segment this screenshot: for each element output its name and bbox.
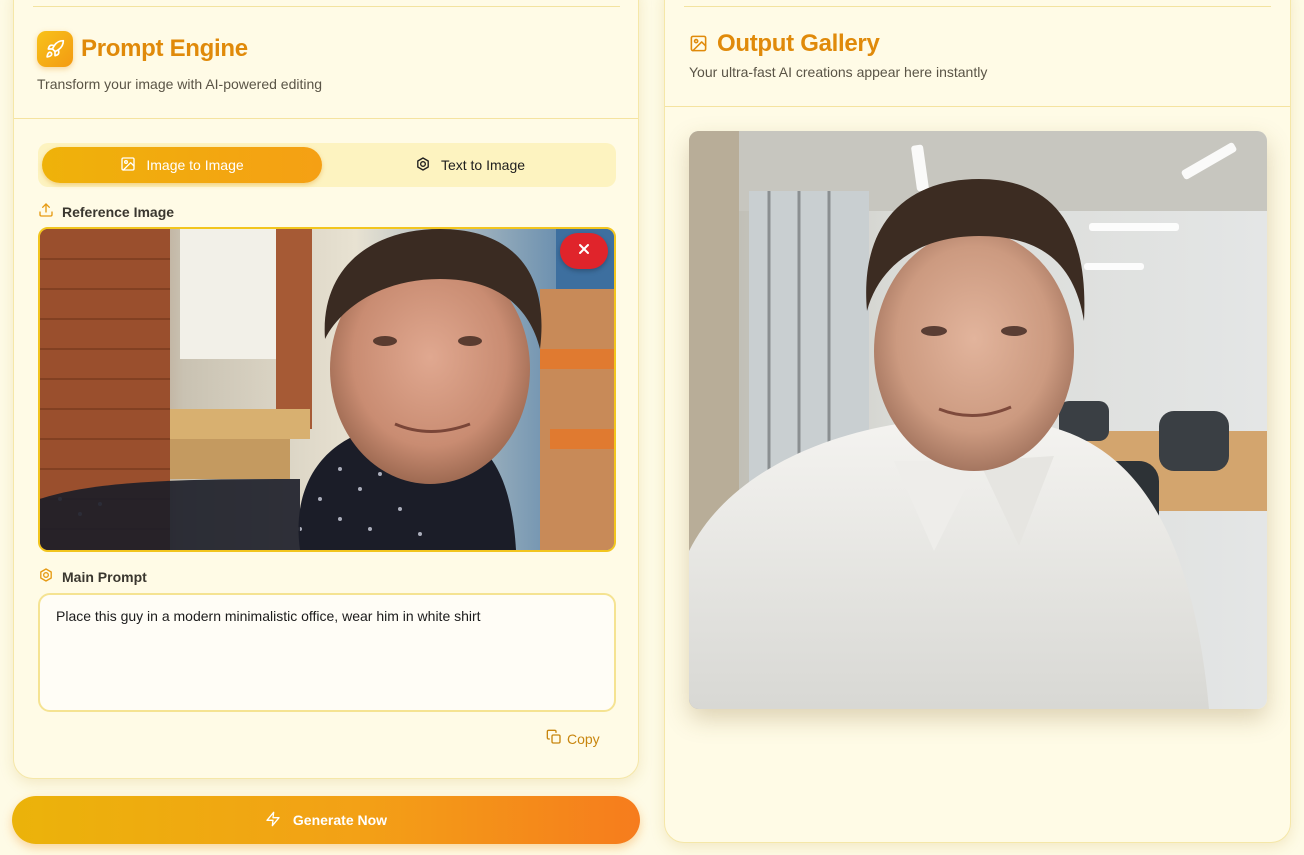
main-prompt-label: Main Prompt bbox=[38, 567, 147, 586]
divider bbox=[33, 6, 620, 7]
tab-label: Text to Image bbox=[440, 157, 526, 173]
aperture-icon bbox=[38, 567, 54, 586]
mode-toggle: Image to Image Text to Image bbox=[38, 143, 616, 187]
output-photo bbox=[689, 131, 1267, 709]
generate-label: Generate Now bbox=[292, 812, 388, 828]
lightning-icon bbox=[265, 811, 281, 830]
upload-icon bbox=[38, 202, 54, 221]
output-subtitle: Your ultra-fast AI creations appear here… bbox=[689, 64, 988, 80]
output-image[interactable] bbox=[689, 131, 1267, 709]
divider bbox=[684, 6, 1271, 7]
generate-button[interactable]: Generate Now bbox=[12, 796, 640, 844]
output-gallery-panel: Output Gallery Your ultra-fast AI creati… bbox=[664, 0, 1291, 843]
reference-photo bbox=[40, 229, 614, 550]
field-label-text: Reference Image bbox=[62, 203, 175, 220]
tab-label: Image to Image bbox=[146, 157, 244, 173]
page-subtitle: Transform your image with AI-powered edi… bbox=[37, 76, 323, 92]
prompt-engine-panel: Prompt Engine Transform your image with … bbox=[13, 0, 639, 779]
output-title: Output Gallery bbox=[717, 30, 880, 57]
header-divider bbox=[665, 106, 1290, 107]
tab-text-to-image[interactable]: Text to Image bbox=[328, 147, 612, 183]
close-icon bbox=[578, 242, 590, 260]
tab-image-to-image[interactable]: Image to Image bbox=[42, 147, 322, 183]
copy-label: Copy bbox=[567, 730, 600, 747]
page-title: Prompt Engine bbox=[81, 35, 248, 62]
image-icon bbox=[689, 34, 708, 58]
reference-image[interactable] bbox=[38, 227, 616, 552]
copy-button[interactable]: Copy bbox=[546, 729, 600, 748]
remove-image-button[interactable] bbox=[560, 233, 608, 269]
header-divider bbox=[14, 118, 638, 119]
aperture-icon bbox=[415, 156, 431, 175]
main-prompt-input[interactable]: Place this guy in a modern minimalistic … bbox=[38, 593, 616, 712]
image-icon bbox=[120, 156, 136, 175]
rocket-icon bbox=[37, 31, 73, 67]
field-label-text: Main Prompt bbox=[62, 568, 147, 585]
copy-icon bbox=[546, 729, 562, 748]
reference-image-label: Reference Image bbox=[38, 202, 174, 221]
